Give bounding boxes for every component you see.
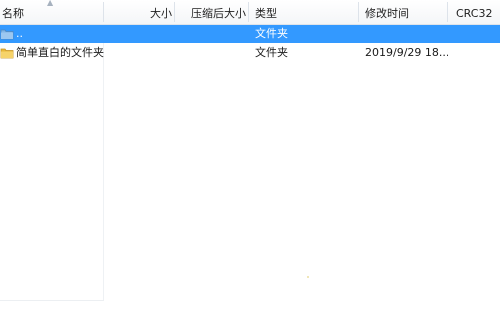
row-modified	[359, 25, 448, 43]
column-header-type[interactable]: 类型	[249, 0, 359, 24]
column-header-crc32-label: CRC32	[456, 7, 493, 20]
file-list-view: ▲ 名称 大小 压缩后大小 类型 修改时间 CRC32 .. 文件夹 简单直白的…	[0, 0, 500, 336]
table-row-parent-folder[interactable]: .. 文件夹	[0, 25, 500, 43]
decorative-speck	[307, 276, 309, 278]
column-header-crc32[interactable]: CRC32	[448, 0, 500, 24]
row-type: 文件夹	[255, 27, 288, 40]
row-modified: 2019/9/29 18...	[365, 46, 448, 59]
column-header-name[interactable]: ▲ 名称	[0, 0, 104, 24]
column-header-modified[interactable]: 修改时间	[359, 0, 448, 24]
column-header-bar: ▲ 名称 大小 压缩后大小 类型 修改时间 CRC32	[0, 0, 500, 25]
table-row-folder[interactable]: 简单直白的文件夹 文件夹 2019/9/29 18...	[0, 44, 500, 62]
column-header-type-label: 类型	[255, 7, 277, 20]
column-header-packed-size-label: 压缩后大小	[191, 7, 246, 20]
column-header-packed-size[interactable]: 压缩后大小	[175, 0, 249, 24]
row-type: 文件夹	[255, 46, 288, 59]
name-column-pane	[0, 25, 104, 301]
row-name: ..	[16, 27, 23, 40]
column-header-name-label: 名称	[2, 7, 24, 20]
sort-ascending-icon: ▲	[47, 0, 54, 7]
column-header-size-label: 大小	[150, 7, 172, 20]
row-name: 简单直白的文件夹	[16, 46, 104, 59]
column-header-size[interactable]: 大小	[104, 0, 175, 24]
pane-bottom-divider	[0, 300, 104, 301]
column-header-modified-label: 修改时间	[365, 7, 409, 20]
